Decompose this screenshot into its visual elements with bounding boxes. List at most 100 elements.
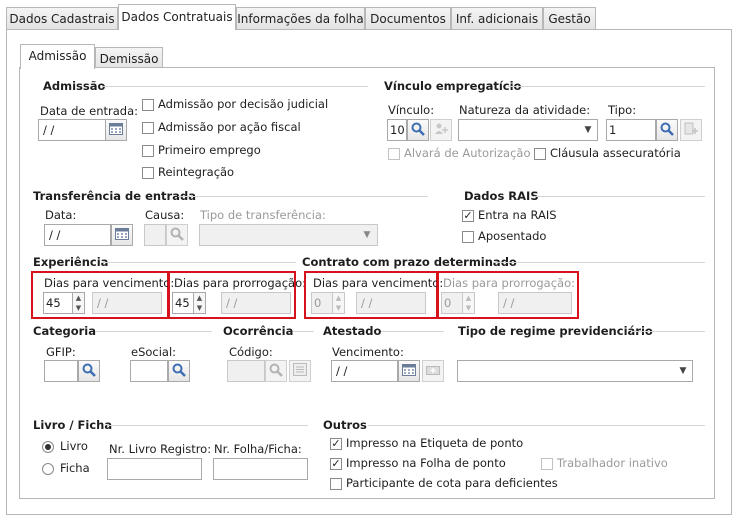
etiqueta-ponto-checkbox[interactable]: ✓ xyxy=(330,438,342,450)
codigo-input[interactable] xyxy=(227,360,265,382)
atestado-vencimento-input[interactable]: / / xyxy=(331,360,398,382)
causa-search-button[interactable] xyxy=(166,224,188,246)
section-contrato-title: Contrato com prazo determinado xyxy=(302,255,517,269)
etiqueta-ponto-label: Impresso na Etiqueta de ponto xyxy=(346,436,524,450)
natureza-select[interactable] xyxy=(458,119,598,141)
folha-ponto-label: Impresso na Folha de ponto xyxy=(346,456,506,470)
codigo-list-button[interactable] xyxy=(289,360,311,382)
spinner-arrows-icon[interactable]: ▲ ▼ xyxy=(194,292,206,314)
search-icon xyxy=(269,363,283,380)
esocial-search-button[interactable] xyxy=(168,360,190,382)
search-icon xyxy=(82,363,96,380)
gfip-search-button[interactable] xyxy=(78,360,100,382)
folha-ponto-checkbox[interactable]: ✓ xyxy=(330,458,342,470)
section-rais-title: Dados RAIS xyxy=(464,189,539,203)
tab-inf-adicionais[interactable]: Inf. adicionais xyxy=(451,7,543,29)
nr-livro-input[interactable] xyxy=(107,458,202,480)
contrato-vencimento-days-input[interactable]: 0 xyxy=(311,292,333,314)
add-icon xyxy=(426,364,440,379)
natureza-label: Natureza da atividade: xyxy=(459,103,591,117)
vinculo-input[interactable]: 10 xyxy=(387,119,407,141)
exp-vencimento-label: Dias para vencimento: xyxy=(44,276,175,290)
primeiro-emprego-checkbox[interactable] xyxy=(142,145,154,157)
causa-label: Causa: xyxy=(145,208,185,222)
section-ocorrencia-title: Ocorrência xyxy=(223,324,294,338)
alvara-label: Alvará de Autorização xyxy=(404,146,531,160)
livro-radio-label: Livro xyxy=(60,439,88,453)
exp-prorrogacao-days-input[interactable]: 45 xyxy=(172,292,194,314)
gfip-input[interactable] xyxy=(44,360,78,382)
tab-admissao[interactable]: Admissão xyxy=(20,44,95,69)
admissao-judicial-label: Admissão por decisão judicial xyxy=(158,97,329,111)
chevron-down-icon: ▼ xyxy=(363,230,371,240)
section-categoria-title: Categoria xyxy=(33,324,97,338)
tab-dados-cadastrais[interactable]: Dados Cadastrais xyxy=(6,7,118,29)
spinner-arrows-icon[interactable]: ▲ ▼ xyxy=(73,292,85,314)
tab-informacoes-da-folha[interactable]: Informações da folha xyxy=(236,7,365,29)
contrato-prorrogacao-date: / / xyxy=(498,292,572,314)
reintegracao-checkbox[interactable] xyxy=(142,167,154,179)
regime-select[interactable] xyxy=(457,360,693,382)
esocial-label: eSocial: xyxy=(131,345,177,359)
spinner-arrows-icon[interactable]: ▲ ▼ xyxy=(333,292,345,314)
ficha-radio[interactable] xyxy=(42,463,54,475)
tab-demissao[interactable]: Demissão xyxy=(95,47,163,69)
transferencia-data-input[interactable]: / / xyxy=(44,224,111,246)
divider xyxy=(494,262,705,263)
admissao-fiscal-checkbox[interactable] xyxy=(142,122,154,134)
calendar-icon xyxy=(109,122,123,138)
search-icon xyxy=(660,122,674,139)
calendar-button[interactable] xyxy=(111,224,133,246)
divider xyxy=(103,86,368,87)
trabalhador-inativo-checkbox[interactable] xyxy=(541,458,553,470)
aposentado-label: Aposentado xyxy=(478,229,547,243)
tipo-add-button[interactable] xyxy=(680,119,702,141)
tipo-input[interactable]: 1 xyxy=(606,119,656,141)
exp-prorrogacao-label: Dias para prorrogação: xyxy=(174,276,306,290)
divider xyxy=(178,196,428,197)
causa-input[interactable] xyxy=(144,224,166,246)
atestado-add-button[interactable] xyxy=(422,360,444,382)
main-tab-bar: Dados Cadastrais Dados Contratuais Infor… xyxy=(0,0,736,30)
calendar-button[interactable] xyxy=(105,119,127,141)
divider xyxy=(293,331,314,332)
section-outros-title: Outros xyxy=(323,418,367,432)
tipo-search-button[interactable] xyxy=(656,119,678,141)
exp-prorrogacao-date: / / xyxy=(221,292,291,314)
spinner-arrows-icon[interactable]: ▲ ▼ xyxy=(463,292,475,314)
section-livro-title: Livro / Ficha xyxy=(33,418,113,432)
entra-rais-checkbox[interactable]: ✓ xyxy=(462,210,474,222)
search-icon xyxy=(411,122,425,139)
divider xyxy=(508,86,705,87)
exp-vencimento-days-input[interactable]: 45 xyxy=(43,292,73,314)
divider xyxy=(95,331,212,332)
tab-gestao[interactable]: Gestão xyxy=(543,7,596,29)
vinculo-add-button[interactable] xyxy=(430,119,452,141)
admissao-fiscal-label: Admissão por ação fiscal xyxy=(158,120,301,134)
gfip-label: GFIP: xyxy=(46,345,76,359)
admissao-judicial-checkbox[interactable] xyxy=(142,99,154,111)
divider xyxy=(631,331,705,332)
tab-documentos[interactable]: Documentos xyxy=(365,7,451,29)
contrato-prorrogacao-days-input[interactable]: 0 xyxy=(441,292,463,314)
ficha-radio-label: Ficha xyxy=(60,461,90,475)
livro-radio[interactable] xyxy=(42,441,54,453)
add-document-icon xyxy=(684,122,698,139)
divider xyxy=(368,425,705,426)
tipo-transferencia-select[interactable] xyxy=(199,224,378,246)
codigo-label: Código: xyxy=(229,345,273,359)
alvara-checkbox[interactable] xyxy=(388,148,400,160)
esocial-input[interactable] xyxy=(130,360,168,382)
data-entrada-input[interactable]: / / xyxy=(38,119,106,141)
clausula-checkbox[interactable] xyxy=(534,148,546,160)
tab-dados-contratuais[interactable]: Dados Contratuais xyxy=(118,4,236,30)
aposentado-checkbox[interactable] xyxy=(462,231,474,243)
nr-folha-input[interactable] xyxy=(213,458,308,480)
calendar-button[interactable] xyxy=(398,360,420,382)
cota-deficientes-checkbox[interactable] xyxy=(330,478,342,490)
tipo-label: Tipo: xyxy=(608,103,637,117)
section-transferencia-title: Transferência de entrada xyxy=(33,189,196,203)
vinculo-search-button[interactable] xyxy=(407,119,429,141)
codigo-search-button[interactable] xyxy=(265,360,287,382)
clausula-label: Cláusula assecuratória xyxy=(550,146,681,160)
